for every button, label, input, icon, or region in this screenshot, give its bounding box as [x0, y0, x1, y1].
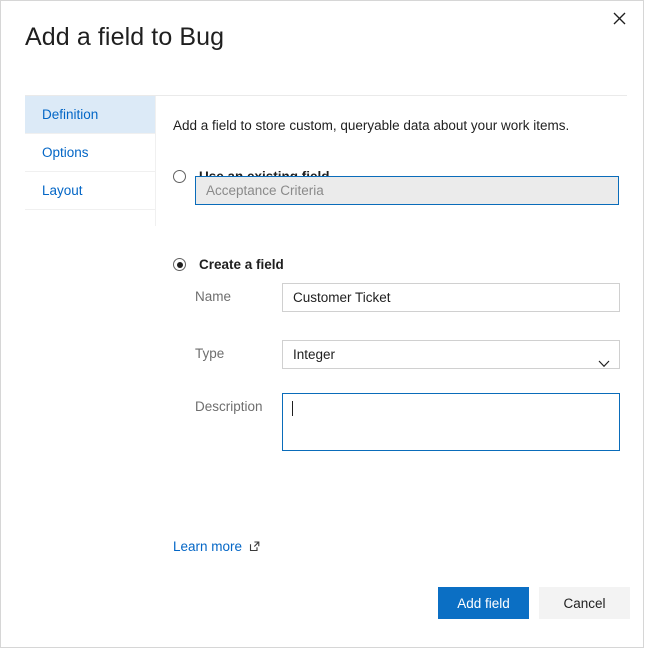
description-field-row: Description — [195, 393, 620, 451]
external-link-icon — [249, 541, 260, 552]
sidebar-item-definition[interactable]: Definition — [25, 96, 155, 134]
text-caret — [292, 401, 293, 416]
type-label: Type — [195, 346, 225, 361]
radio-indicator — [173, 170, 186, 183]
type-select[interactable]: Integer — [282, 340, 620, 369]
description-textarea[interactable] — [282, 393, 620, 451]
description-label: Description — [195, 399, 263, 414]
sidebar-item-label: Layout — [42, 183, 83, 198]
intro-text: Add a field to store custom, queryable d… — [173, 118, 570, 133]
add-field-button[interactable]: Add field — [438, 587, 529, 619]
radio-create-field[interactable]: Create a field — [173, 257, 284, 272]
learn-more-label: Learn more — [173, 539, 243, 554]
sidebar: Definition Options Layout — [25, 96, 155, 210]
cancel-button[interactable]: Cancel — [539, 587, 630, 619]
name-field-row: Name Customer Ticket — [195, 283, 620, 312]
dialog-body: Definition Options Layout Add a field to… — [1, 96, 643, 566]
existing-field-combobox[interactable]: Acceptance Criteria — [195, 176, 619, 205]
type-field-row: Type Integer — [195, 340, 620, 369]
type-select-value: Integer — [293, 347, 336, 362]
learn-more-link[interactable]: Learn more — [173, 539, 260, 554]
close-icon — [613, 12, 626, 25]
name-label: Name — [195, 289, 232, 304]
sidebar-item-layout[interactable]: Layout — [25, 172, 155, 210]
radio-label: Create a field — [199, 257, 284, 272]
sidebar-item-options[interactable]: Options — [25, 134, 155, 172]
sidebar-item-label: Options — [42, 145, 89, 160]
close-button[interactable] — [603, 3, 635, 33]
chevron-down-icon — [598, 350, 610, 377]
name-input[interactable]: Customer Ticket — [282, 283, 620, 312]
page-title: Add a field to Bug — [25, 23, 225, 51]
radio-indicator — [173, 258, 186, 271]
sidebar-item-label: Definition — [42, 107, 99, 122]
dialog-footer: Add field Cancel — [1, 565, 643, 647]
add-field-dialog: Add a field to Bug Definition Options La… — [0, 0, 644, 648]
dialog-header: Add a field to Bug — [1, 1, 643, 96]
sidebar-divider — [155, 96, 156, 226]
